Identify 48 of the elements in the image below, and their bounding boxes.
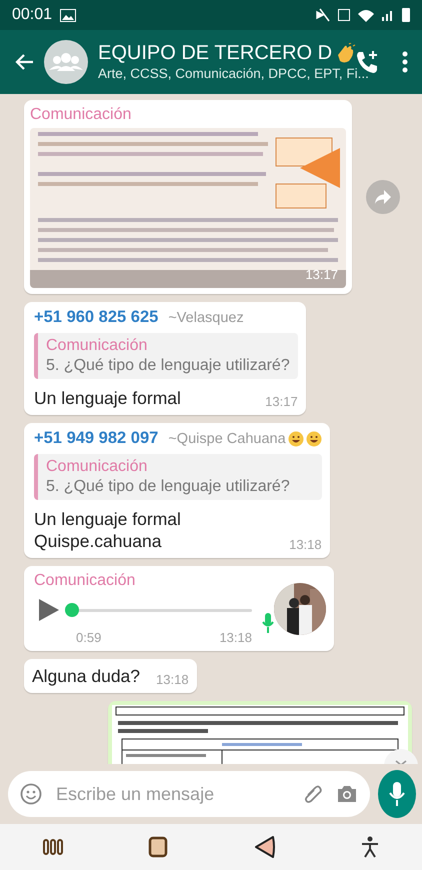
group-title: EQUIPO DE TERCERO D bbox=[98, 42, 332, 65]
message-text: Un lenguaje formal bbox=[34, 387, 181, 409]
quote-text: 5. ¿Qué tipo de lenguaje utilizaré? bbox=[46, 478, 291, 496]
message-time: 13:17 bbox=[265, 394, 298, 409]
quoted-message[interactable]: Comunicación 5. ¿Qué tipo de lenguaje utilizaré? bbox=[34, 454, 322, 500]
voice-duration: 0:59 bbox=[76, 630, 102, 645]
back-icon bbox=[254, 835, 276, 859]
sender-alias: ~Velasquez bbox=[168, 310, 244, 326]
signal-icon bbox=[382, 9, 394, 21]
forward-icon bbox=[374, 189, 392, 205]
back-icon bbox=[14, 53, 34, 71]
battery-icon bbox=[402, 8, 410, 22]
wifi-icon bbox=[358, 8, 374, 22]
message-text: Alguna duda? bbox=[32, 665, 140, 687]
microphone-icon bbox=[389, 782, 405, 806]
voice-record-button[interactable] bbox=[378, 770, 416, 818]
message-time: 13:18 bbox=[156, 672, 189, 687]
recent-apps-icon bbox=[42, 838, 63, 856]
group-members: Arte, CCSS, Comunicación, DPCC, EPT, Fi... bbox=[98, 65, 369, 82]
image-icon bbox=[60, 8, 76, 22]
quoted-message[interactable]: Comunicación 5. ¿Qué tipo de lenguaje utilizaré? bbox=[34, 333, 298, 379]
sender-phone: +51 960 825 625 bbox=[34, 308, 158, 327]
message-time: 13:18 bbox=[289, 537, 322, 552]
home-icon bbox=[148, 836, 168, 858]
message-time: 13:18 bbox=[219, 630, 252, 645]
accessibility-icon bbox=[361, 836, 380, 858]
quote-sender: Comunicación bbox=[46, 458, 148, 476]
smiley-icon bbox=[306, 430, 322, 446]
smiley-icon bbox=[288, 430, 304, 446]
quote-text: 5. ¿Qué tipo de lenguaje utilizaré? bbox=[46, 357, 290, 375]
microphone-icon bbox=[262, 612, 274, 632]
message-time: 13:17 bbox=[305, 267, 338, 282]
more-icon bbox=[402, 51, 408, 73]
status-time: 00:01 bbox=[12, 6, 52, 24]
play-icon bbox=[38, 598, 60, 622]
sender-name: Comunicación bbox=[30, 106, 132, 124]
sender-phone: +51 949 982 097 bbox=[34, 429, 158, 448]
emoji-icon bbox=[20, 783, 42, 805]
playback-thumb[interactable] bbox=[65, 602, 79, 616]
quote-sender: Comunicación bbox=[46, 337, 148, 355]
message-text: Un lenguaje formal Quispe.cahuana bbox=[34, 508, 181, 552]
camera-icon[interactable] bbox=[336, 784, 358, 804]
paperclip-icon[interactable] bbox=[302, 783, 324, 805]
sender-alias: ~Quispe Cahuana bbox=[168, 430, 286, 446]
message-field[interactable]: Escribe un mensaje bbox=[8, 771, 370, 817]
sender-name: Comunicación bbox=[34, 572, 136, 590]
mute-icon bbox=[316, 8, 330, 22]
group-avatar-icon[interactable] bbox=[44, 40, 88, 84]
